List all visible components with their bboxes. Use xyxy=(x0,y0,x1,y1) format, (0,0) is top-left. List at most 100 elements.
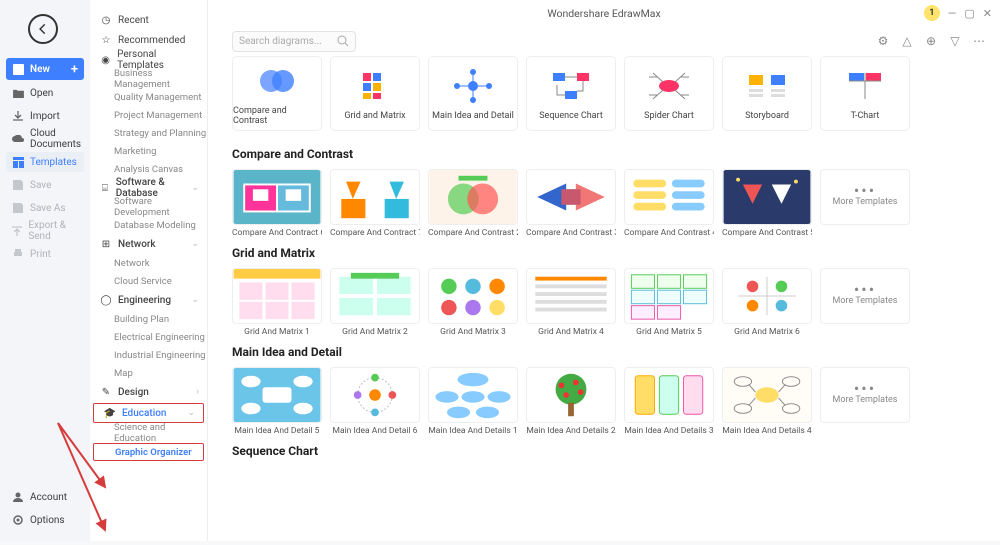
template-card[interactable]: Grid And Matrix 3 xyxy=(428,268,518,337)
account-item[interactable]: Account xyxy=(0,487,90,507)
category-card-sequence[interactable]: Sequence Chart xyxy=(526,56,616,131)
category-label: Compare and Contrast xyxy=(233,106,321,126)
filter-icon[interactable]: ▽ xyxy=(948,34,962,48)
design-item[interactable]: ✎Design› xyxy=(90,382,207,402)
marketing-sub[interactable]: Marketing xyxy=(90,142,207,160)
save-as-icon xyxy=(12,202,24,214)
template-label: Main Idea And Details 1 xyxy=(428,426,518,436)
category-card-tchart[interactable]: T-Chart xyxy=(820,56,910,131)
education-item[interactable]: 🎓Education⌄ xyxy=(93,403,204,423)
template-label: Main Idea And Detail 6 xyxy=(330,426,420,436)
template-label: Grid And Matrix 4 xyxy=(526,327,616,337)
template-card[interactable]: Main Idea And Details 3 xyxy=(624,367,714,436)
gift-icon[interactable]: ⚙ xyxy=(876,34,890,48)
project-mgmt-sub[interactable]: Project Management xyxy=(90,106,207,124)
options-label: Options xyxy=(30,515,65,526)
preview-icon xyxy=(349,67,401,105)
db-model-sub[interactable]: Database Modeling xyxy=(90,216,207,234)
template-card[interactable]: •••More Templates xyxy=(820,367,910,436)
chevron-down-icon: ⌄ xyxy=(187,408,195,418)
template-card[interactable]: Main Idea And Details 2 xyxy=(526,367,616,436)
minimize-button[interactable]: — xyxy=(948,7,957,20)
engineering-item[interactable]: ◯Engineering⌄ xyxy=(90,290,207,310)
template-card[interactable]: Main Idea And Detail 6 xyxy=(330,367,420,436)
template-card[interactable]: Compare And Contrast 2 xyxy=(428,169,518,238)
template-label: Grid And Matrix 2 xyxy=(330,327,420,337)
network-item[interactable]: ⊞Network⌄ xyxy=(90,234,207,254)
network-sub[interactable]: Network xyxy=(90,254,207,272)
back-button[interactable] xyxy=(28,14,58,44)
save-icon xyxy=(12,179,24,191)
template-card[interactable]: Grid And Matrix 1 xyxy=(232,268,322,337)
template-label: Grid And Matrix 1 xyxy=(232,327,322,337)
template-card[interactable]: Grid And Matrix 5 xyxy=(624,268,714,337)
notification-badge[interactable]: 1 xyxy=(924,5,940,21)
graphic-organizer-sub[interactable]: Graphic Organizer xyxy=(93,443,204,461)
app-title: Wondershare EdrawMax xyxy=(547,7,660,20)
business-mgmt-sub[interactable]: Business Management xyxy=(90,70,207,88)
template-card[interactable]: Compare And Contract 7 xyxy=(330,169,420,238)
template-card[interactable]: •••More Templates xyxy=(820,268,910,337)
message-icon[interactable]: ⊕ xyxy=(924,34,938,48)
electrical-sub[interactable]: Electrical Engineering xyxy=(90,328,207,346)
recommended-item[interactable]: ☆Recommended xyxy=(90,30,207,50)
search-input[interactable]: Search diagrams... xyxy=(232,31,356,52)
recent-item[interactable]: ◷Recent xyxy=(90,10,207,30)
options-item[interactable]: Options xyxy=(0,510,90,530)
save-label: Save xyxy=(30,180,51,191)
personal-item[interactable]: ◉Personal Templates xyxy=(90,50,207,70)
preview-icon xyxy=(447,67,499,105)
import-item[interactable]: Import xyxy=(0,106,90,126)
person-icon: ◉ xyxy=(100,54,111,66)
template-card[interactable]: Main Idea And Details 1 xyxy=(428,367,518,436)
cloud-svc-sub[interactable]: Cloud Service xyxy=(90,272,207,290)
preview-icon xyxy=(251,62,303,100)
close-button[interactable]: ✕ xyxy=(983,7,992,20)
category-card-mainidea[interactable]: Main Idea and Detail xyxy=(428,56,518,131)
soft-dev-sub[interactable]: Software Development xyxy=(90,198,207,216)
template-card[interactable]: Compare And Contrast 5 xyxy=(722,169,812,238)
science-edu-sub[interactable]: Science and Education xyxy=(90,424,207,442)
chevron-down-icon: ⌄ xyxy=(191,295,199,305)
print-item: Print xyxy=(0,244,90,264)
education-label: Education xyxy=(122,408,166,419)
more-label: More Templates xyxy=(833,296,898,306)
analysis-sub[interactable]: Analysis Canvas xyxy=(90,160,207,178)
category-card-spider[interactable]: Spider Chart xyxy=(624,56,714,131)
template-card[interactable]: Compare And Contract 6 xyxy=(232,169,322,238)
strategy-sub[interactable]: Strategy and Planning xyxy=(90,124,207,142)
chevron-down-icon: ⌄ xyxy=(191,183,199,193)
quality-sub[interactable]: Quality Management xyxy=(90,88,207,106)
map-sub[interactable]: Map xyxy=(90,364,207,382)
template-card[interactable]: Compare And Contrast 3 xyxy=(526,169,616,238)
building-sub[interactable]: Building Plan xyxy=(90,310,207,328)
category-card-grid[interactable]: Grid and Matrix xyxy=(330,56,420,131)
category-label: Main Idea and Detail xyxy=(432,111,514,121)
new-button[interactable]: New + xyxy=(6,58,84,80)
clock-icon: ◷ xyxy=(100,14,112,26)
template-card[interactable]: Grid And Matrix 2 xyxy=(330,268,420,337)
template-card[interactable]: Compare And Contrast 4 xyxy=(624,169,714,238)
template-card[interactable]: •••More Templates xyxy=(820,169,910,238)
category-card-storyboard[interactable]: Storyboard xyxy=(722,56,812,131)
open-item[interactable]: Open xyxy=(0,83,90,103)
cloud-item[interactable]: Cloud Documents xyxy=(0,129,90,149)
cloud-icon xyxy=(12,133,24,145)
template-label: Grid And Matrix 3 xyxy=(428,327,518,337)
bell-icon[interactable]: △ xyxy=(900,34,914,48)
category-card-compare[interactable]: Compare and Contrast xyxy=(232,56,322,131)
maximize-button[interactable]: ▢ xyxy=(964,7,974,20)
template-card[interactable]: Grid And Matrix 6 xyxy=(722,268,812,337)
industrial-sub[interactable]: Industrial Engineering xyxy=(90,346,207,364)
template-card[interactable]: Main Idea And Detail 5 xyxy=(232,367,322,436)
template-card[interactable]: Main Idea And Details 4 xyxy=(722,367,812,436)
recommended-label: Recommended xyxy=(118,35,185,46)
main-area: Wondershare EdrawMax 1 — ▢ ✕ Search diag… xyxy=(208,0,1000,541)
new-label: New xyxy=(30,64,50,75)
template-card[interactable]: Grid And Matrix 4 xyxy=(526,268,616,337)
more-icon[interactable]: ⋯ xyxy=(972,34,986,48)
templates-item[interactable]: Templates xyxy=(6,152,84,172)
software-db-item[interactable]: ⌸Software & Database⌄ xyxy=(90,178,207,198)
primary-sidebar: New + Open Import Cloud Documents Templa… xyxy=(0,0,90,541)
preview-icon xyxy=(643,67,695,105)
